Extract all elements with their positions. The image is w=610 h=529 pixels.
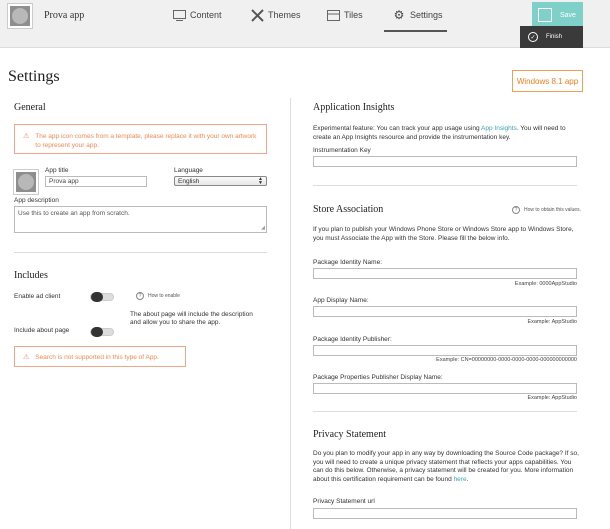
instrumentation-key-label: Instrumentation Key: [313, 147, 371, 154]
how-to-obtain-text: How to obtain this values.: [524, 207, 581, 213]
tab-content-label: Content: [190, 10, 222, 20]
active-tab-indicator: [384, 30, 447, 32]
about-page-toggle[interactable]: [90, 327, 114, 337]
gear-icon: ⚙: [393, 8, 405, 22]
ad-client-label: Enable ad client: [14, 293, 61, 300]
help-icon: ?: [512, 206, 520, 214]
floppy-icon: [538, 8, 552, 22]
field-label: Package Identity Publisher:: [313, 336, 392, 343]
finish-button[interactable]: ✓ Finish: [520, 26, 583, 48]
privacy-description: Do you plan to modify your app in any wa…: [313, 450, 579, 483]
section-divider: [313, 185, 577, 186]
field-label: Package Properties Publisher Display Nam…: [313, 374, 443, 381]
tab-themes[interactable]: Themes: [250, 8, 301, 22]
warning-icon: ⚠: [23, 133, 30, 140]
description-textarea[interactable]: Use this to create an app from scratch. …: [14, 206, 267, 233]
section-divider: [14, 252, 267, 253]
icon-warning: ⚠ The app icon comes from a template, pl…: [14, 124, 267, 154]
how-to-enable-text: How to enable: [148, 293, 180, 299]
app-insights-link[interactable]: App Insights: [481, 125, 517, 132]
check-icon: ✓: [528, 32, 538, 42]
select-arrows-icon: ▲ ▼: [258, 176, 263, 186]
how-to-enable-link[interactable]: ? How to enable: [136, 292, 180, 300]
search-warning-text: Search is not supported in this type of …: [35, 354, 159, 361]
app-title-label: App title: [45, 167, 69, 174]
insights-description: Experimental feature: You can track your…: [313, 125, 566, 141]
column-divider: [290, 98, 291, 529]
how-to-obtain-link[interactable]: ? How to obtain this values.: [512, 206, 581, 214]
tab-settings-label: Settings: [410, 10, 443, 20]
app-title-input[interactable]: Prova app: [45, 176, 147, 187]
store-heading: Store Association: [313, 204, 384, 215]
platform-button[interactable]: Windows 8.1 app: [512, 70, 583, 92]
field-example: Example: 0000AppStudio: [514, 281, 577, 287]
warning-icon: ⚠: [23, 354, 30, 361]
tab-settings[interactable]: ⚙ Settings: [392, 8, 443, 22]
monitor-icon: [172, 9, 186, 21]
privacy-here-link[interactable]: here: [454, 476, 467, 483]
field-example: Example: AppStudio: [527, 319, 577, 325]
top-bar: Prova app Content Themes Tiles ⚙ Setting…: [0, 0, 610, 48]
search-warning: ⚠ Search is not supported in this type o…: [14, 346, 186, 367]
privacy-url-input[interactable]: [313, 508, 577, 519]
field-example: Example: CN=00000000-0000-0000-0000-0000…: [436, 357, 577, 363]
icon-warning-text: The app icon comes from a template, plea…: [35, 133, 257, 149]
app-name: Prova app: [44, 10, 85, 21]
description-value: Use this to create an app from scratch.: [18, 210, 130, 217]
page-title: Settings: [8, 68, 60, 85]
description-label: App description: [14, 197, 59, 204]
save-label: Save: [560, 11, 576, 19]
tab-tiles-label: Tiles: [344, 10, 363, 20]
tab-content[interactable]: Content: [172, 8, 222, 22]
store-description: If you plan to publish your Windows Phon…: [313, 226, 574, 242]
tools-icon: [250, 8, 264, 22]
tab-themes-label: Themes: [268, 10, 301, 20]
language-select[interactable]: English ▲ ▼: [174, 176, 267, 186]
field-label: App Display Name:: [313, 297, 369, 304]
tab-tiles[interactable]: Tiles: [326, 8, 363, 22]
save-button[interactable]: Save: [532, 2, 583, 28]
section-divider: [313, 411, 577, 412]
app-icon-preview[interactable]: [14, 170, 38, 194]
package-identity-name-input[interactable]: [313, 268, 577, 279]
field-label: Package Identity Name:: [313, 259, 383, 266]
privacy-heading: Privacy Statement: [313, 429, 387, 440]
package-identity-publisher-input[interactable]: [313, 345, 577, 356]
about-help-text: The about page will include the descript…: [130, 311, 253, 326]
instrumentation-key-input[interactable]: [313, 156, 577, 167]
privacy-url-label: Privacy Statement url: [313, 498, 375, 505]
app-logo-icon: [8, 4, 32, 28]
insights-heading: Application Insights: [313, 102, 395, 113]
language-value: English: [178, 177, 200, 185]
language-label: Language: [174, 167, 203, 174]
field-example: Example: AppStudio: [527, 395, 577, 401]
resize-grip-icon[interactable]: ◢: [261, 225, 265, 231]
general-heading: General: [14, 102, 46, 113]
includes-heading: Includes: [14, 270, 48, 281]
publisher-display-name-input[interactable]: [313, 383, 577, 394]
finish-label: Finish: [546, 34, 563, 40]
tiles-icon: [326, 9, 340, 21]
app-display-name-input[interactable]: [313, 306, 577, 317]
ad-client-toggle[interactable]: [90, 292, 114, 302]
about-page-label: Include about page: [14, 327, 70, 334]
help-icon: ?: [136, 292, 144, 300]
